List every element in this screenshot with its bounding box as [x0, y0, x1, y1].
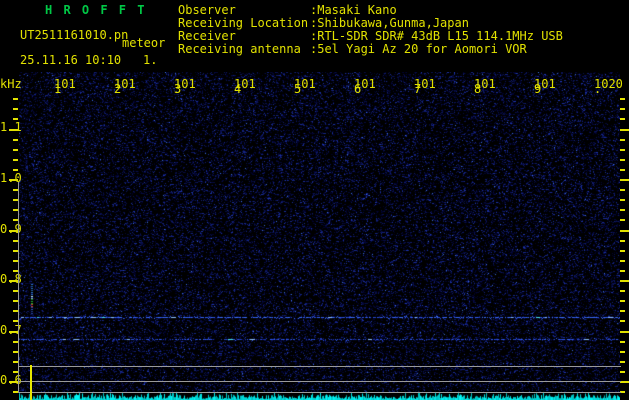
y-axis-tick [620, 129, 629, 131]
echo-count: 1. [143, 53, 158, 67]
info-row-value: :5el Yagi Az 20 for Aomori VOR [310, 42, 527, 56]
x-axis-label: 101 6 [354, 78, 376, 96]
x-label-tail: 2 [114, 82, 122, 96]
y-axis-tick [620, 260, 625, 262]
y-axis-tick [13, 98, 18, 100]
x-label-tail: 5 [294, 82, 302, 96]
frame-vertical-line [18, 182, 19, 392]
y-axis-tick [620, 270, 625, 272]
x-axis-label: 101 1 [54, 78, 76, 96]
y-axis-tick [9, 331, 18, 333]
y-axis-tick [620, 300, 625, 302]
y-axis-tick [13, 149, 18, 151]
y-axis-tick [620, 199, 625, 201]
x-axis-label: 101 7 [414, 78, 436, 96]
y-axis-tick [620, 280, 629, 282]
y-axis-tick [620, 169, 625, 171]
y-axis-tick [9, 129, 18, 131]
x-axis-label: 101 9 [534, 78, 556, 96]
event-marker-line [30, 365, 32, 400]
y-axis-tick [620, 209, 625, 211]
y-axis-tick [620, 108, 625, 110]
x-axis-label: 1020. [594, 78, 623, 96]
x-label-tail: 4 [234, 82, 242, 96]
x-label-tail: 1 [54, 82, 62, 96]
y-axis-label: 1.1 [0, 120, 22, 134]
hrofft-screen: H R O F F T UT2511161010.pn meteor 25.11… [0, 0, 629, 400]
x-label-tail: 6 [354, 82, 362, 96]
x-label-tail: 7 [414, 82, 422, 96]
y-axis-tick [620, 320, 625, 322]
y-axis-tick [620, 331, 629, 333]
spectrogram-canvas [19, 72, 620, 400]
y-axis-tick [620, 149, 625, 151]
x-axis-label: 101 8 [474, 78, 496, 96]
x-label-tail: 9 [534, 82, 542, 96]
y-axis-tick [620, 351, 625, 353]
y-axis-tick [620, 371, 625, 373]
x-label-tail: 3 [174, 82, 182, 96]
y-axis-tick [620, 250, 625, 252]
y-axis-tick [620, 290, 625, 292]
y-axis-tick [620, 139, 625, 141]
x-axis-label: 101 5 [294, 78, 316, 96]
y-axis-tick [620, 230, 629, 232]
frame-horizontal-line [18, 392, 621, 393]
datetime-label: 25.11.16 10:10 [20, 53, 122, 67]
y-axis-tick [13, 169, 18, 171]
y-axis-tick [9, 280, 18, 282]
y-axis-tick [620, 240, 625, 242]
y-axis-tick [9, 381, 18, 383]
mode-label: meteor [122, 36, 166, 50]
y-axis-tick [620, 361, 625, 363]
y-axis-tick [620, 179, 629, 181]
y-axis-tick [620, 341, 625, 343]
x-label-tail: . [594, 82, 602, 96]
x-axis-label: 101 2 [114, 78, 136, 96]
y-axis-tick [620, 310, 625, 312]
x-axis-label: 101 3 [174, 78, 196, 96]
y-axis-tick [13, 118, 18, 120]
x-label-tail: 8 [474, 82, 482, 96]
y-axis-tick [13, 159, 18, 161]
y-axis-tick [9, 179, 18, 181]
info-row: Receiving antenna :5el Yagi Az 20 for Aom… [178, 43, 618, 56]
y-axis-tick [13, 139, 18, 141]
info-row-label: Receiving antenna [178, 42, 301, 56]
y-axis-tick [620, 219, 625, 221]
frame-horizontal-line [18, 366, 621, 367]
station-info: Observer:Masaki Kano Receiving Location:S… [178, 4, 618, 56]
x-axis-label: 101 4 [234, 78, 256, 96]
y-axis-tick [620, 159, 625, 161]
y-axis-tick [620, 189, 625, 191]
y-axis-tick [9, 230, 18, 232]
y-axis-tick [13, 108, 18, 110]
app-title: H R O F F T [45, 3, 147, 17]
filename-label: UT2511161010.pn [20, 28, 129, 42]
y-axis-tick [620, 98, 625, 100]
y-axis-tick [620, 381, 629, 383]
y-axis-unit-label: kHz [0, 77, 22, 91]
y-axis-tick [620, 118, 625, 120]
frame-horizontal-line [18, 381, 621, 382]
